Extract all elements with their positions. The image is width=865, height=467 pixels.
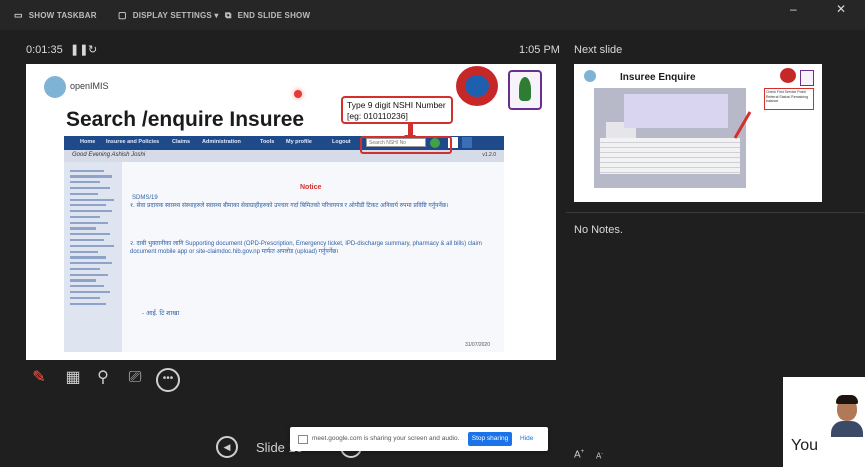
- menu-tools: Tools: [260, 139, 275, 145]
- notes-divider: [566, 212, 865, 213]
- slides-grid-icon[interactable]: ▦: [60, 365, 86, 391]
- next-slide-thumbnail[interactable]: Insuree Enquire Check First Service Poin…: [574, 64, 822, 202]
- hide-button[interactable]: Hide: [520, 435, 533, 442]
- notice-signature: - आई. टि शाखा: [142, 310, 180, 317]
- notice-title: Notice: [300, 184, 322, 191]
- display-icon: ▢: [118, 10, 127, 20]
- show-taskbar-label: SHOW TASKBAR: [28, 11, 97, 20]
- self-video-tile[interactable]: You: [783, 377, 865, 467]
- openimis-logo-text: openIMIS: [70, 81, 109, 91]
- thumb-info-panel: [624, 94, 728, 128]
- openimis-logo: openIMIS: [44, 76, 114, 98]
- menu-administration: Administration: [202, 139, 241, 145]
- share-message: meet.google.com is sharing your screen a…: [312, 435, 460, 442]
- pause-icon[interactable]: ❚❚: [70, 43, 88, 56]
- menu-logout: Logout: [332, 139, 351, 145]
- more-options-icon[interactable]: •••: [156, 368, 180, 392]
- thumb-table: [600, 138, 740, 174]
- zoom-icon[interactable]: ⚲: [90, 365, 116, 391]
- prev-slide-icon[interactable]: ◀: [216, 436, 238, 458]
- openimis-screenshot: Home Insuree and Policies Claims Adminis…: [64, 136, 504, 352]
- screenshot-notice-body: Notice SDMS/19 १. सेवा प्रदायक स्वास्थ्य…: [122, 162, 504, 352]
- current-slide: openIMIS Search /enquire Insuree Type 9 …: [26, 64, 556, 360]
- font-decrease-icon[interactable]: A-: [596, 451, 603, 461]
- screen-share-bar: meet.google.com is sharing your screen a…: [290, 427, 548, 451]
- nshi-callout: Type 9 digit NSHI Number [eg: 010110236]: [341, 96, 453, 124]
- thumb-note: Check First Service Point/ Referral Stat…: [764, 88, 814, 110]
- minimize-icon[interactable]: –: [790, 2, 797, 16]
- screenshot-help-icon: [462, 137, 472, 148]
- show-taskbar-button[interactable]: ▭ SHOW TASKBAR: [14, 10, 97, 21]
- current-time: 1:05 PM: [519, 44, 560, 56]
- notice-paragraph-1: १. सेवा प्रदायक स्वास्थ्य संस्थाहरुले स्…: [130, 203, 449, 209]
- screenshot-greeting: Good Evening Ashish Joshi: [72, 152, 146, 158]
- stop-sharing-button[interactable]: Stop sharing: [468, 432, 512, 446]
- screen-share-icon: [298, 435, 308, 444]
- end-show-icon: ⧉: [225, 10, 232, 20]
- thumb-screenshot: [594, 88, 746, 188]
- display-settings-button[interactable]: ▢ DISPLAY SETTINGS ▾: [118, 10, 219, 21]
- menu-insuree-policies: Insuree and Policies: [106, 139, 160, 145]
- thumb-logo-right: [800, 70, 814, 86]
- subtitles-icon[interactable]: ⎚: [122, 365, 148, 391]
- next-slide-heading: Next slide: [574, 44, 623, 56]
- end-slide-show-label: END SLIDE SHOW: [237, 11, 311, 20]
- self-label: You: [791, 437, 818, 454]
- government-emblem: [456, 66, 498, 106]
- openimis-logo-mark: [44, 76, 66, 98]
- pen-icon[interactable]: ✎: [26, 365, 52, 391]
- screenshot-version: v1.2.0: [482, 152, 496, 158]
- user-avatar-icon: [831, 393, 863, 437]
- slide-title: Search /enquire Insuree: [66, 108, 305, 131]
- health-insurance-logo: [508, 70, 542, 110]
- thumb-emblem: [780, 68, 796, 83]
- thumb-logo: [584, 70, 596, 82]
- speaker-notes: No Notes.: [574, 224, 623, 236]
- elapsed-timer: 0:01:35: [26, 44, 63, 56]
- end-slide-show-button[interactable]: ⧉ END SLIDE SHOW: [225, 10, 310, 21]
- thumb-title: Insuree Enquire: [620, 72, 696, 83]
- notice-date: 31/07/2020: [464, 342, 490, 348]
- menu-my-profile: My profile: [286, 139, 312, 145]
- search-highlight-box: [360, 136, 452, 154]
- presenter-toolbar: ▭ SHOW TASKBAR ▢ DISPLAY SETTINGS ▾ ⧉ END S…: [0, 0, 865, 30]
- taskbar-icon: ▭: [14, 10, 23, 20]
- laser-pointer: [294, 90, 302, 98]
- screenshot-sidebar: [64, 162, 122, 352]
- notice-paragraph-2: २. दाबी भुक्तानीका लागि Supporting docum…: [130, 241, 482, 256]
- display-settings-label: DISPLAY SETTINGS ▾: [132, 11, 219, 20]
- reset-icon[interactable]: ↻: [88, 43, 97, 56]
- menu-claims: Claims: [172, 139, 191, 145]
- font-increase-icon[interactable]: A+: [574, 449, 584, 460]
- close-icon[interactable]: ✕: [836, 2, 846, 16]
- menu-home: Home: [80, 139, 96, 145]
